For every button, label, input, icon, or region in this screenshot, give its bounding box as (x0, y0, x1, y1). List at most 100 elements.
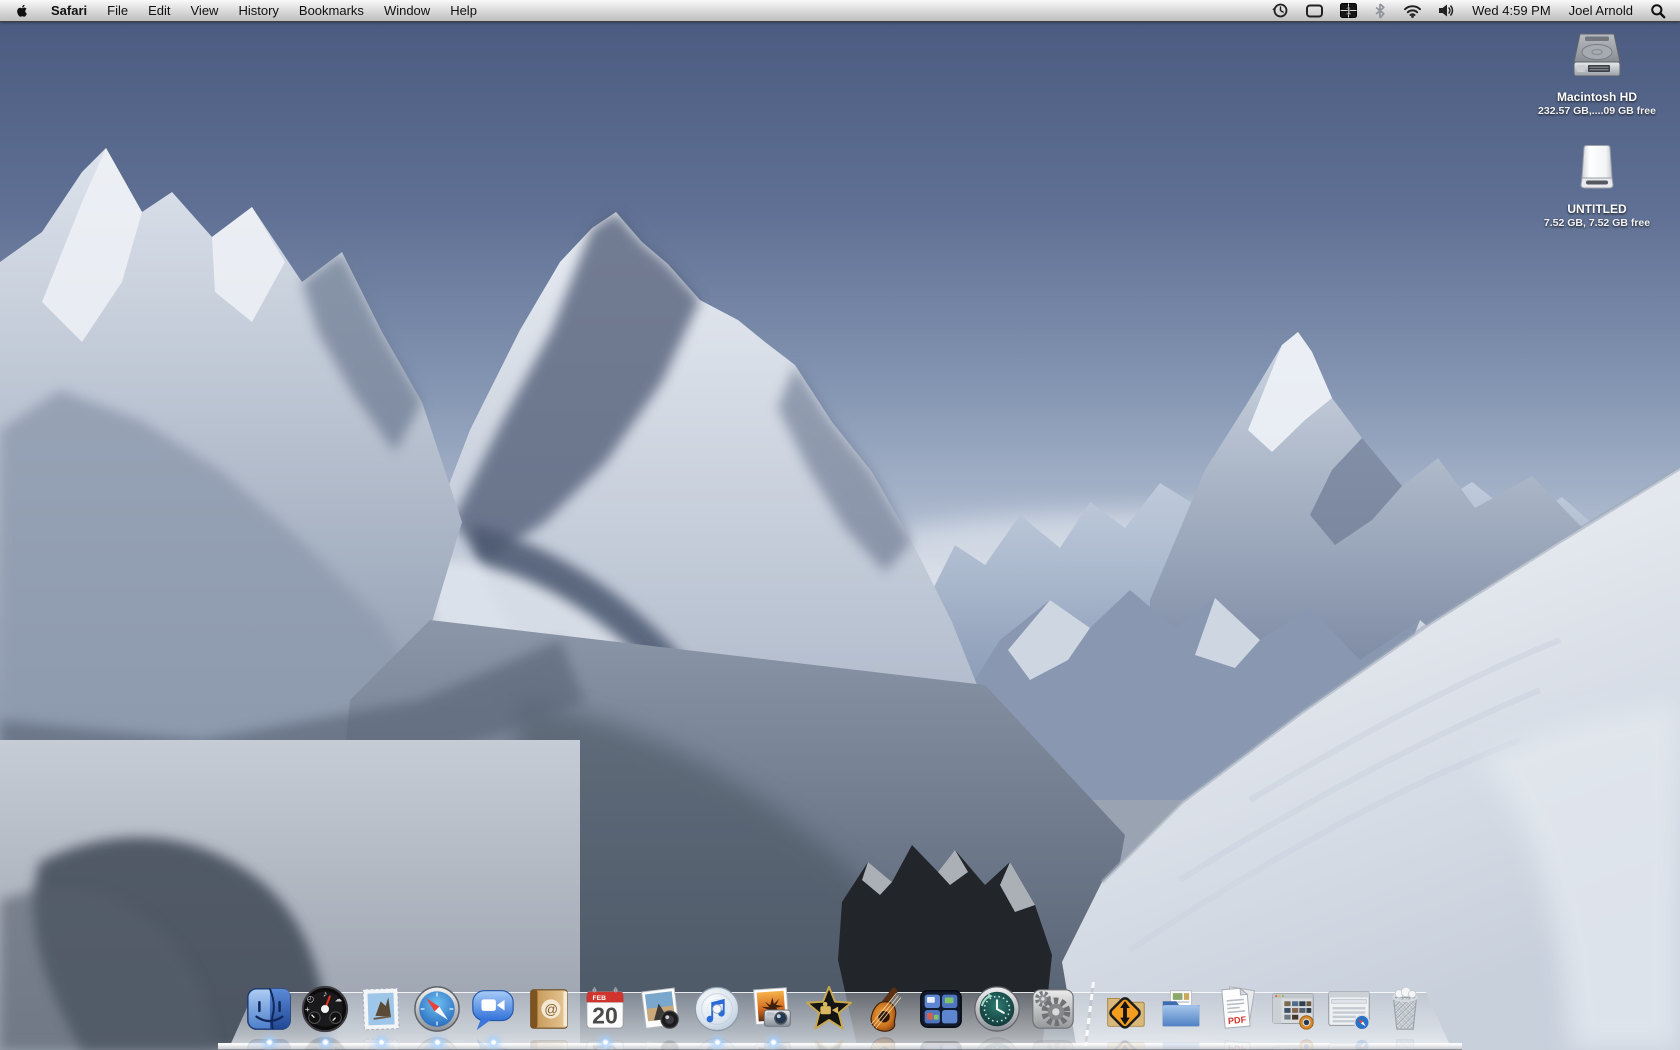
dock-item-minimized-safari-window[interactable] (1324, 984, 1374, 1034)
dock-item-time-machine[interactable] (972, 984, 1022, 1034)
dock-item-trash[interactable] (1380, 984, 1430, 1034)
dock-item-pdf-stack[interactable]: PDF (1212, 984, 1262, 1034)
dock-item-imovie[interactable] (804, 984, 854, 1034)
svg-text:☁: ☁ (335, 994, 343, 1003)
user-menu[interactable]: Joel Arnold (1560, 0, 1642, 21)
removable-drive-icon (1580, 145, 1614, 189)
running-indicator (768, 1038, 778, 1047)
dock-item-minimized-iphoto-window[interactable] (1268, 984, 1318, 1034)
menu-view[interactable]: View (181, 0, 229, 21)
volume-detail: 232.57 GB,....09 GB free (1538, 105, 1656, 117)
internal-hard-drive-icon (1573, 33, 1621, 77)
imovie-icon (806, 985, 852, 1030)
dock-item-ical[interactable]: FEB 20 (580, 984, 630, 1047)
downloads-stack-icon (1107, 997, 1145, 1029)
apple-menu[interactable] (0, 0, 41, 21)
address-book-icon: @ (530, 989, 568, 1029)
photo-booth-icon (641, 987, 680, 1029)
spaces-number: 1 (1346, 6, 1352, 18)
dock-item-safari[interactable] (412, 984, 462, 1047)
ichat-status-icon (1306, 4, 1324, 17)
finder-icon (247, 988, 291, 1030)
dock-item-garageband[interactable] (860, 984, 910, 1034)
bluetooth-icon (1375, 2, 1385, 19)
volume-menu[interactable] (1430, 0, 1463, 21)
svg-text:◴: ◴ (307, 993, 315, 1003)
dock-item-photo-booth[interactable] (636, 984, 686, 1034)
dock-item-address-book[interactable]: @ (524, 984, 574, 1034)
dock-item-system-preferences[interactable] (1028, 984, 1078, 1034)
menu-bookmarks[interactable]: Bookmarks (289, 0, 374, 21)
menu-window[interactable]: Window (374, 0, 440, 21)
svg-text:♪: ♪ (323, 989, 327, 999)
spaces-menu-icon: 1 (1340, 3, 1358, 18)
dock-item-dashboard[interactable]: ♪ ☁ ◴ + (300, 984, 350, 1047)
running-indicator (712, 1038, 722, 1047)
dock-separator (1084, 980, 1094, 1034)
mail-icon (362, 987, 400, 1031)
minimized-iphoto-window-icon (1272, 993, 1314, 1030)
menu-app-safari[interactable]: Safari (41, 0, 97, 21)
dock-item-finder[interactable] (244, 984, 294, 1047)
dock-front-edge (218, 1043, 1462, 1050)
running-indicator (376, 1038, 386, 1047)
dock-item-itunes[interactable] (692, 984, 742, 1047)
running-indicator (600, 1038, 610, 1047)
wifi-icon (1404, 5, 1422, 18)
spaces-menu[interactable]: 1 (1332, 0, 1365, 21)
wifi-menu[interactable] (1395, 0, 1430, 21)
macos-desktop: { "menu_bar": { "active_app": "Safari", … (0, 0, 1680, 1050)
menu-history[interactable]: History (228, 0, 288, 21)
dock-item-documents-stack[interactable] (1156, 984, 1206, 1034)
spotlight-menu[interactable] (1642, 0, 1674, 21)
spotlight-icon (1651, 3, 1666, 18)
menu-help[interactable]: Help (440, 0, 487, 21)
ical-icon: FEB 20 (586, 986, 624, 1029)
ical-day: 20 (592, 1002, 618, 1028)
ical-month: FEB (593, 995, 607, 1002)
bluetooth-menu[interactable] (1365, 0, 1395, 21)
running-indicator (320, 1038, 330, 1047)
menu-edit[interactable]: Edit (138, 0, 180, 21)
dock: ♪ ☁ ◴ + @ FEB 20 PDF (218, 972, 1462, 1050)
menu-bar-left: Safari File Edit View History Bookmarks … (0, 0, 487, 21)
dock-item-mail[interactable] (356, 984, 406, 1047)
dock-item-ichat[interactable] (468, 984, 518, 1047)
time-machine-dock-icon (974, 986, 1020, 1032)
spaces-icon (920, 990, 962, 1028)
iphoto-icon (753, 987, 791, 1027)
volume-detail: 7.52 GB, 7.52 GB free (1543, 217, 1651, 229)
system-preferences-icon (1032, 989, 1074, 1029)
running-indicator (432, 1038, 442, 1047)
volume-icon (1439, 4, 1454, 17)
pdf-stack-icon: PDF (1221, 986, 1256, 1029)
svg-text:+: + (305, 1004, 310, 1014)
safari-icon (414, 986, 460, 1032)
time-machine-icon (1272, 3, 1288, 18)
running-indicator (264, 1038, 274, 1047)
documents-stack-icon (1162, 990, 1200, 1027)
dock-item-spaces[interactable] (916, 984, 966, 1034)
menu-bar: Safari File Edit View History Bookmarks … (0, 0, 1680, 22)
time-machine-menu[interactable] (1263, 0, 1297, 21)
volume-label: Macintosh HD (1556, 90, 1637, 104)
wallpaper-snowy-mountains (0, 0, 1680, 1050)
volume-label: UNTITLED (1567, 202, 1627, 216)
dock-item-iphoto[interactable] (748, 984, 798, 1047)
volume-untitled[interactable]: UNTITLED 7.52 GB, 7.52 GB free (1522, 144, 1672, 229)
menu-bar-status-area: 1 Wed 4:59 PM Joel Arnold (1263, 0, 1680, 21)
volume-macintosh-hd[interactable]: Macintosh HD 232.57 GB,....09 GB free (1522, 32, 1672, 117)
trash-full-icon (1392, 986, 1418, 1030)
itunes-icon (694, 986, 740, 1032)
pdf-label: PDF (1228, 1014, 1247, 1026)
garageband-icon (870, 987, 902, 1032)
ichat-menu[interactable] (1297, 0, 1332, 21)
clock-menu[interactable]: Wed 4:59 PM (1463, 0, 1560, 21)
apple-icon (17, 4, 27, 17)
ichat-icon (472, 990, 514, 1031)
dashboard-icon: ♪ ☁ ◴ + (301, 985, 349, 1033)
menu-file[interactable]: File (97, 0, 138, 21)
minimized-safari-window-icon (1328, 991, 1370, 1031)
running-indicator (488, 1038, 498, 1047)
dock-item-downloads-stack[interactable] (1100, 984, 1150, 1034)
